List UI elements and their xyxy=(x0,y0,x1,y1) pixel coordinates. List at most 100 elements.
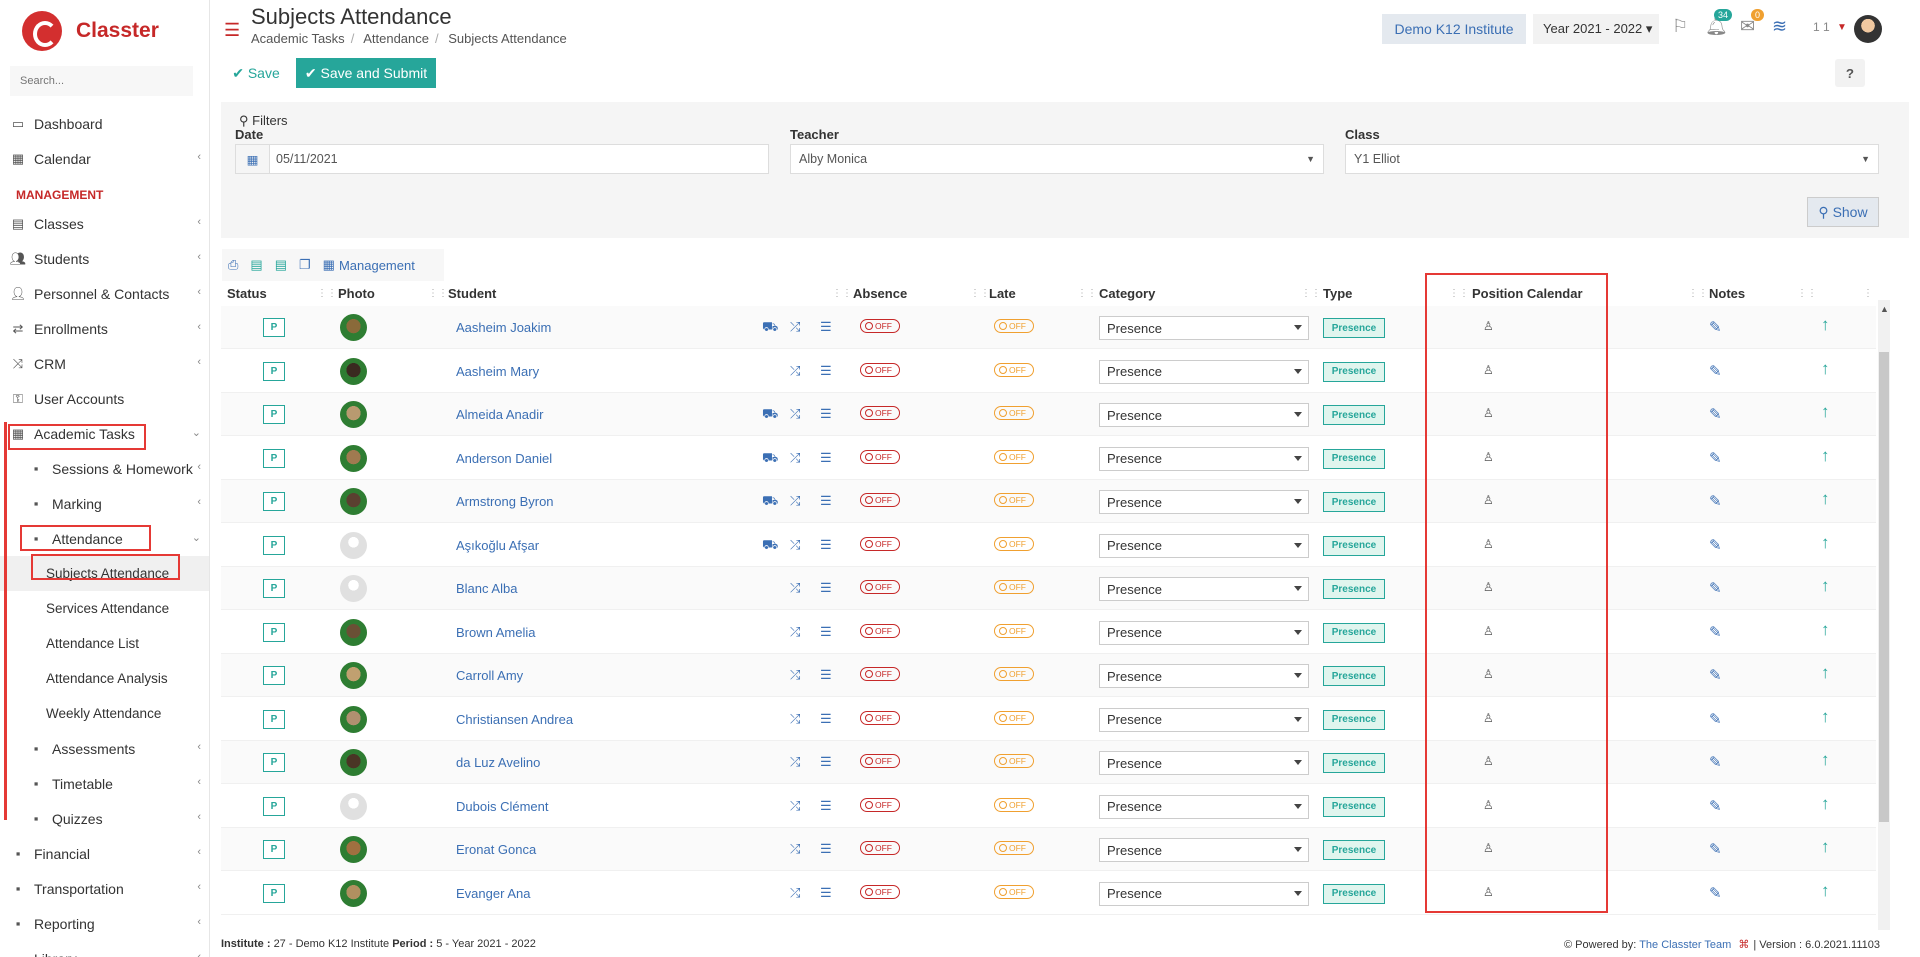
hamburger-icon[interactable]: ☰ xyxy=(224,20,240,41)
sidebar-item-classes[interactable]: ▤ Classes ‹ xyxy=(0,206,209,241)
list-icon[interactable]: ☰ xyxy=(820,406,832,422)
late-toggle[interactable]: OFF xyxy=(994,884,1034,899)
arrow-up-icon[interactable]: ↑ xyxy=(1821,707,1830,727)
shuffle-icon[interactable]: ⤮ xyxy=(790,798,800,814)
list-icon[interactable]: ☰ xyxy=(820,841,832,857)
col-resize-handle[interactable]: ⋮⋮ xyxy=(1688,288,1708,299)
sidebar-item-calendar[interactable]: ▦ Calendar ‹ xyxy=(0,141,209,176)
edit-note-icon[interactable]: ✎ xyxy=(1709,623,1722,641)
list-icon[interactable]: ☰ xyxy=(820,624,832,640)
flag-icon[interactable]: ⚐ xyxy=(1672,16,1688,37)
absence-toggle[interactable]: OFF xyxy=(860,797,900,812)
position-calendar-icon[interactable]: ♙ xyxy=(1483,537,1494,551)
year-select[interactable]: Year 2021 - 2022 ▾ xyxy=(1533,14,1659,44)
category-select[interactable]: Presence xyxy=(1099,620,1309,645)
late-toggle[interactable]: OFF xyxy=(994,797,1034,812)
shuffle-icon[interactable]: ⤮ xyxy=(790,537,800,553)
student-name-link[interactable]: Evanger Ana xyxy=(456,886,530,901)
user-avatar[interactable] xyxy=(1854,15,1882,43)
bus-icon[interactable]: ⛟ xyxy=(762,406,778,424)
list-icon[interactable]: ☰ xyxy=(820,580,832,596)
edit-note-icon[interactable]: ✎ xyxy=(1709,536,1722,554)
late-toggle[interactable]: OFF xyxy=(994,362,1034,377)
shuffle-icon[interactable]: ⤮ xyxy=(790,319,800,335)
breadcrumb-item[interactable]: Attendance xyxy=(363,31,429,46)
sidebar-item-enrollments[interactable]: ⇄ Enrollments ‹ xyxy=(0,311,209,346)
absence-toggle[interactable]: OFF xyxy=(860,623,900,638)
status-button[interactable]: P xyxy=(263,535,285,555)
col-status[interactable]: Status xyxy=(227,286,267,301)
sidebar-item-subjects-attendance[interactable]: Subjects Attendance xyxy=(0,556,209,591)
position-calendar-icon[interactable]: ♙ xyxy=(1483,667,1494,681)
sidebar-item-crm[interactable]: ⤨ CRM ‹ xyxy=(0,346,209,381)
status-button[interactable]: P xyxy=(263,753,285,772)
arrow-up-icon[interactable]: ↑ xyxy=(1821,315,1830,335)
student-name-link[interactable]: Aşıkoğlu Afşar xyxy=(456,538,539,553)
absence-toggle[interactable]: OFF xyxy=(860,536,900,551)
arrow-up-icon[interactable]: ↑ xyxy=(1821,794,1830,814)
position-calendar-icon[interactable]: ♙ xyxy=(1483,754,1494,768)
save-button[interactable]: ✔ Save xyxy=(231,58,281,88)
footer-team-link[interactable]: The Classter Team xyxy=(1639,939,1731,951)
student-name-link[interactable]: Aasheim Joakim xyxy=(456,320,551,335)
status-button[interactable]: P xyxy=(263,622,285,642)
list-icon[interactable]: ☰ xyxy=(820,450,832,466)
edit-note-icon[interactable]: ✎ xyxy=(1709,753,1722,771)
absence-toggle[interactable]: OFF xyxy=(860,667,900,681)
student-name-link[interactable]: Anderson Daniel xyxy=(456,451,552,466)
position-calendar-icon[interactable]: ♙ xyxy=(1483,624,1494,638)
student-name-link[interactable]: Aasheim Mary xyxy=(456,364,539,379)
arrow-up-icon[interactable]: ↑ xyxy=(1821,663,1830,683)
sidebar-item-timetable[interactable]: ▪ Timetable ‹ xyxy=(0,766,209,801)
col-resize-handle[interactable]: ⋮⋮ xyxy=(1301,288,1321,299)
absence-toggle[interactable]: OFF xyxy=(860,710,900,725)
status-button[interactable]: P xyxy=(263,579,285,598)
category-select[interactable]: Presence xyxy=(1099,751,1309,775)
sidebar-item-dashboard[interactable]: ▭ Dashboard xyxy=(0,106,209,141)
category-select[interactable]: Presence xyxy=(1099,577,1309,601)
list-icon[interactable]: ☰ xyxy=(820,319,832,335)
arrow-up-icon[interactable]: ↑ xyxy=(1821,750,1830,770)
scroll-up-icon[interactable]: ▲ xyxy=(1880,304,1889,314)
absence-toggle[interactable]: OFF xyxy=(860,841,900,855)
shuffle-icon[interactable]: ⤮ xyxy=(790,493,800,509)
sidebar-item-personnel-contacts[interactable]: 👤︎ Personnel & Contacts ‹ xyxy=(0,276,209,311)
sidebar-item-user-accounts[interactable]: ⚿ User Accounts xyxy=(0,381,209,416)
shuffle-icon[interactable]: ⤮ xyxy=(790,841,800,857)
status-button[interactable]: P xyxy=(263,492,285,511)
sidebar-item-transportation[interactable]: ▪ Transportation ‹ xyxy=(0,871,209,906)
status-button[interactable]: P xyxy=(263,448,285,468)
status-button[interactable]: P xyxy=(263,666,285,685)
late-toggle[interactable]: OFF xyxy=(994,623,1034,638)
col-resize-handle[interactable]: ⋮⋮ xyxy=(317,288,337,299)
category-select[interactable]: Presence xyxy=(1099,794,1309,819)
student-name-link[interactable]: Dubois Clément xyxy=(456,799,549,814)
arrow-up-icon[interactable]: ↑ xyxy=(1821,620,1830,640)
print-icon[interactable]: ⎙ xyxy=(228,257,238,273)
institute-button[interactable]: Demo K12 Institute xyxy=(1382,14,1526,44)
student-name-link[interactable]: Brown Amelia xyxy=(456,625,535,640)
student-name-link[interactable]: Christiansen Andrea xyxy=(456,712,573,727)
student-name-link[interactable]: Eronat Gonca xyxy=(456,842,536,857)
col-resize-handle[interactable]: ⋮⋮ xyxy=(1449,288,1469,299)
sidebar-item-marking[interactable]: ▪ Marking ‹ xyxy=(0,486,209,521)
absence-toggle[interactable]: OFF xyxy=(860,406,900,420)
shuffle-icon[interactable]: ⤮ xyxy=(790,450,800,466)
list-icon[interactable]: ☰ xyxy=(820,493,832,509)
show-button[interactable]: ⚲ Show xyxy=(1807,197,1879,227)
late-toggle[interactable]: OFF xyxy=(994,710,1034,725)
shuffle-icon[interactable]: ⤮ xyxy=(790,406,800,422)
bus-icon[interactable]: ⛟ xyxy=(762,450,778,468)
sidebar-item-students[interactable]: 👥︎ Students ‹ xyxy=(0,241,209,276)
position-calendar-icon[interactable]: ♙ xyxy=(1483,450,1494,464)
category-select[interactable]: Presence xyxy=(1099,664,1309,688)
arrow-up-icon[interactable]: ↑ xyxy=(1821,576,1830,596)
position-calendar-icon[interactable]: ♙ xyxy=(1483,363,1494,377)
shuffle-icon[interactable]: ⤮ xyxy=(790,624,800,640)
list-icon[interactable]: ☰ xyxy=(820,711,832,727)
brand[interactable]: Classter xyxy=(0,0,209,62)
student-name-link[interactable]: da Luz Avelino xyxy=(456,755,540,770)
arrow-up-icon[interactable]: ↑ xyxy=(1821,881,1830,901)
sidebar-item-library[interactable]: ▪ Library ‹ xyxy=(0,941,209,957)
arrow-up-icon[interactable]: ↑ xyxy=(1821,837,1830,857)
